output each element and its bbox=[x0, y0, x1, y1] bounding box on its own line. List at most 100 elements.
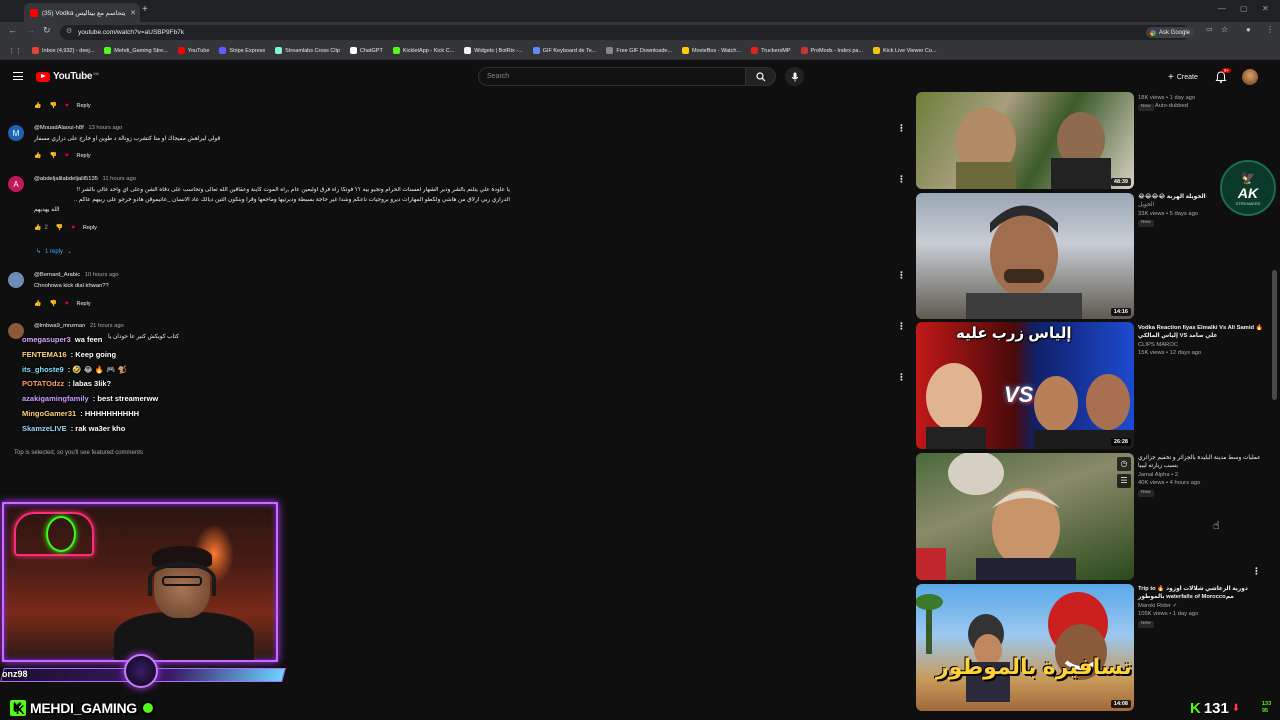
bookmark-item[interactable]: MovieBox - Watch... bbox=[682, 47, 741, 54]
cast-icon[interactable]: ▭ bbox=[1206, 25, 1213, 33]
video-meta[interactable]: Vodka Reaction Ilyas Elmalki Vs Ali Sami… bbox=[1138, 324, 1268, 358]
bookmark-star-icon[interactable]: ☆ bbox=[1221, 25, 1228, 34]
chat-username[interactable]: FENTEMA16 bbox=[22, 350, 67, 359]
comment-more-icon[interactable]: ⋮ bbox=[897, 372, 906, 383]
comment-more-icon[interactable]: ⋮ bbox=[897, 321, 906, 332]
bookmark-favicon-icon bbox=[751, 47, 759, 54]
comment-author[interactable]: @Bernard_Arabic bbox=[34, 272, 80, 278]
bookmark-item[interactable]: ProMods - Index pa... bbox=[800, 47, 863, 54]
bookmarks-bar: ⋮⋮ Inbox (4,932) - deej... Mehdi_Gaming S… bbox=[0, 42, 1280, 60]
reply-button[interactable]: Reply bbox=[83, 225, 97, 231]
chat-username[interactable]: SkamzeLIVE bbox=[22, 424, 67, 433]
video-more-icon[interactable]: ⋮ bbox=[1252, 566, 1261, 577]
bookmark-item[interactable]: GIF Keyboard de Te... bbox=[532, 47, 596, 54]
apps-icon[interactable]: ⋮⋮ bbox=[8, 47, 22, 55]
search-input[interactable]: Search bbox=[478, 67, 746, 86]
create-button[interactable]: + Create bbox=[1160, 69, 1206, 85]
forward-icon[interactable]: → bbox=[26, 25, 35, 35]
youtube-logo[interactable]: YouTube MA bbox=[36, 71, 99, 82]
video-thumbnail[interactable]: تسافيرة بالموطور 14:08 bbox=[916, 584, 1134, 711]
bookmark-item[interactable]: Kick Live Viewer Co... bbox=[873, 47, 937, 54]
page-scrollbar[interactable] bbox=[1272, 270, 1277, 400]
chat-text: Keep going bbox=[75, 350, 117, 359]
chat-username[interactable]: MingoGamer31 bbox=[22, 409, 76, 418]
like-icon[interactable]: 👍 bbox=[34, 152, 41, 159]
comment-author[interactable]: @lmbwa9_mnzman bbox=[34, 323, 85, 329]
comment-avatar[interactable]: A bbox=[8, 176, 24, 192]
address-bar[interactable]: ⚙ youtube.com/watch?v=aUSBP9Fb7k bbox=[60, 25, 1190, 40]
reply-button[interactable]: Reply bbox=[77, 153, 91, 159]
add-to-queue-icon[interactable]: ☰ bbox=[1117, 474, 1131, 488]
video-thumbnail[interactable]: 48:39 bbox=[916, 92, 1134, 189]
dislike-icon[interactable]: 👎 bbox=[49, 300, 56, 307]
account-avatar[interactable] bbox=[1242, 69, 1258, 85]
chat-username[interactable]: omegasuper3 bbox=[22, 335, 71, 344]
comment-avatar[interactable] bbox=[8, 272, 24, 288]
video-thumbnail[interactable]: إلياس زرب عليه VS 26:28 bbox=[916, 322, 1134, 449]
comment-author[interactable]: @abdeljalilabdeljalil5135 bbox=[34, 176, 98, 182]
bookmark-item[interactable]: ChatGPT bbox=[349, 47, 383, 54]
menu-hamburger-icon[interactable] bbox=[13, 72, 23, 80]
video-thumbnail[interactable]: 14:16 bbox=[916, 193, 1134, 319]
comment-time[interactable]: 11 hours ago bbox=[103, 176, 136, 182]
back-icon[interactable]: ← bbox=[8, 25, 17, 35]
bookmark-label: Stripe Express bbox=[229, 47, 266, 54]
browser-tab-active[interactable]: (35) Vodka يتحاسم مع بيتاليس ✕ bbox=[24, 3, 140, 22]
bookmark-item[interactable]: YouTube bbox=[177, 47, 209, 54]
ak-logo-subtext: STREAMERS bbox=[1235, 200, 1261, 206]
reload-icon[interactable]: ↻ bbox=[43, 25, 51, 36]
minimize-icon[interactable]: — bbox=[1218, 4, 1226, 13]
comment-avatar[interactable]: M bbox=[8, 125, 24, 141]
bookmark-item[interactable]: Mehdi_Gaming Stre... bbox=[104, 47, 168, 54]
maximize-icon[interactable]: ▢ bbox=[1240, 4, 1248, 13]
video-title: عمليات وسط مدينة البليدة بالجزائر و تخفي… bbox=[1138, 455, 1261, 470]
comment-time[interactable]: 10 hours ago bbox=[85, 272, 119, 278]
ak-streamers-logo-icon: 🦅 AK STREAMERS bbox=[1220, 160, 1276, 216]
like-icon[interactable]: 👍 bbox=[34, 102, 41, 109]
comment-more-icon[interactable]: ⋮ bbox=[897, 270, 906, 281]
bookmark-item[interactable]: Widgets | BotRix -... bbox=[464, 47, 523, 54]
chat-username[interactable]: azakigamingfamily bbox=[22, 394, 89, 403]
video-meta[interactable]: عمليات وسط مدينة البليدة بالجزائر و تخفي… bbox=[1138, 454, 1268, 497]
video-thumbnail[interactable]: ◷ ☰ bbox=[916, 453, 1134, 580]
view-replies-button[interactable]: ↳ 1 reply ⌄ bbox=[36, 248, 72, 256]
comment-more-icon[interactable]: ⋮ bbox=[897, 174, 906, 185]
profile-icon[interactable]: ● bbox=[1246, 25, 1251, 34]
search-button[interactable] bbox=[746, 67, 776, 86]
bookmark-item[interactable]: TruckersMP bbox=[751, 47, 791, 54]
video-meta[interactable]: 18K views • 1 day ago New Auto-dubbed bbox=[1138, 94, 1268, 112]
chat-username[interactable]: POTATOdzz bbox=[22, 379, 64, 388]
like-icon[interactable]: 👍 bbox=[34, 224, 41, 231]
watch-later-icon[interactable]: ◷ bbox=[1117, 457, 1131, 471]
video-meta[interactable]: Trip to 🔥 دورية الرعاشي شلالات اوزود بال… bbox=[1138, 585, 1268, 628]
reply-button[interactable]: Reply bbox=[77, 103, 91, 109]
chat-username[interactable]: its_ghoste9 bbox=[22, 365, 64, 374]
bookmark-favicon-icon bbox=[873, 47, 881, 54]
dislike-icon[interactable]: 👎 bbox=[49, 152, 56, 159]
reply-button[interactable]: Reply bbox=[77, 301, 91, 307]
comment-more-icon[interactable]: ⋮ bbox=[897, 123, 906, 134]
bookmark-item[interactable]: KickletApp - Kick C... bbox=[392, 47, 454, 54]
browser-menu-icon[interactable]: ⋮ bbox=[1266, 25, 1274, 34]
close-tab-icon[interactable]: ✕ bbox=[130, 9, 136, 17]
comment-time[interactable]: 21 hours ago bbox=[90, 323, 124, 329]
comment-author[interactable]: @MouadAlaoui-h8f bbox=[34, 125, 84, 131]
dislike-icon[interactable]: 👎 bbox=[56, 224, 63, 231]
bookmark-item[interactable]: Streamlabs Cross Clip bbox=[275, 47, 340, 54]
create-label: Create bbox=[1176, 73, 1198, 81]
dislike-icon[interactable]: 👎 bbox=[49, 102, 56, 109]
voice-search-button[interactable] bbox=[785, 67, 804, 86]
new-tab-icon[interactable]: + bbox=[142, 4, 148, 15]
site-info-icon[interactable]: ⚙ bbox=[66, 27, 72, 35]
comment-text: الله يهديهم bbox=[34, 207, 60, 213]
close-window-icon[interactable]: ✕ bbox=[1262, 4, 1269, 13]
creator-heart-icon: ♥ bbox=[64, 102, 69, 109]
like-icon[interactable]: 👍 bbox=[34, 300, 41, 307]
bookmark-item[interactable]: Stripe Express bbox=[219, 47, 265, 54]
bookmark-item[interactable]: Inbox (4,932) - deej... bbox=[32, 47, 94, 54]
comment-item: @Bernard_Arabic 10 hours ago Chnohowa ki… bbox=[8, 270, 906, 312]
video-title: Vodka Reaction Ilyas Elmalki Vs Ali Sami… bbox=[1138, 325, 1263, 340]
bookmark-item[interactable]: Free GIF Downloade... bbox=[606, 47, 672, 54]
comment-time[interactable]: 13 hours ago bbox=[88, 125, 122, 131]
ask-google-button[interactable]: Ask Google bbox=[1146, 27, 1195, 38]
